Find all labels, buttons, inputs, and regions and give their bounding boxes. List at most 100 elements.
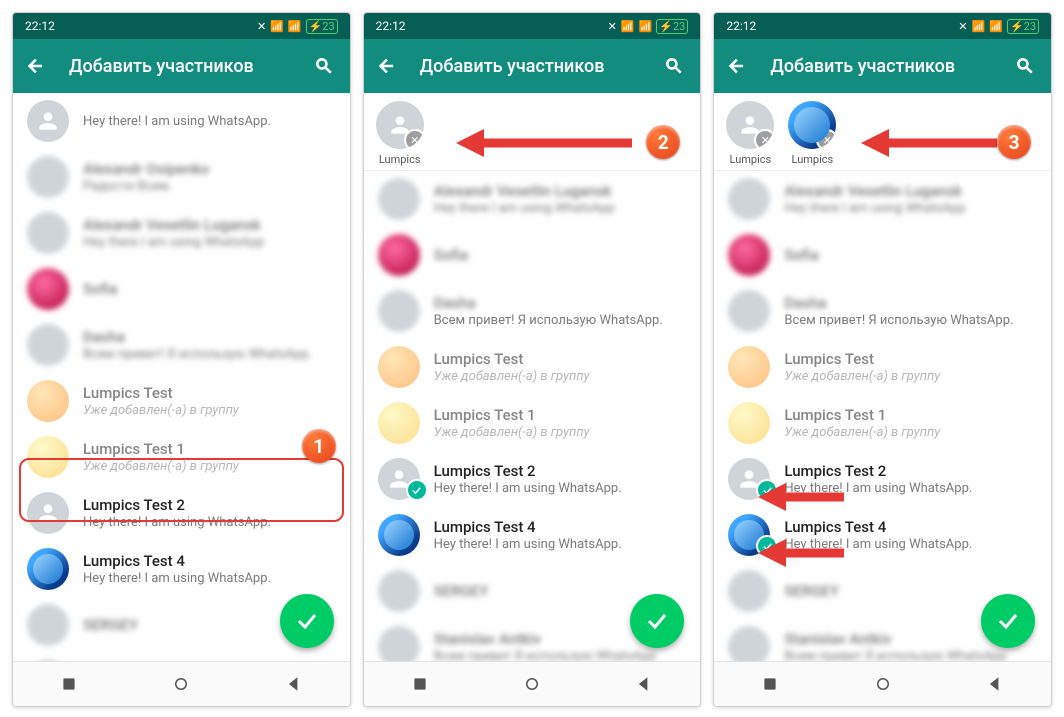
contact-avatar [27, 100, 69, 142]
contact-row[interactable]: Lumpics Test 4 Hey there! I am using Wha… [364, 507, 701, 563]
contact-row[interactable]: Lumpics Test 2 Hey there! I am using Wha… [714, 451, 1051, 507]
contact-row[interactable]: Sofia [714, 227, 1051, 283]
contact-row[interactable]: Lumpics Test 1 Уже добавлен(-а) в группу [13, 429, 350, 485]
contact-row[interactable]: Sofia [13, 261, 350, 317]
chip-lumpics2[interactable]: ✕ Lumpics [788, 101, 836, 166]
status-icons: ✕📶📶 ⚡23 [257, 19, 338, 34]
battery-icon: ⚡23 [1007, 19, 1039, 34]
contact-name: Alexandr Vesetlin Lugansk [83, 216, 336, 234]
contact-row[interactable]: Lumpics Test 2 Hey there! I am using Wha… [364, 451, 701, 507]
contact-row[interactable]: Dasha Всем привет! Я использую WhatsApp. [13, 317, 350, 373]
clock: 22:12 [376, 19, 406, 33]
nav-bar [13, 661, 350, 706]
chip-remove-icon[interactable]: ✕ [816, 129, 836, 149]
contact-avatar [378, 570, 420, 612]
nav-recent[interactable] [760, 674, 780, 694]
chip-lumpics[interactable]: ✕ Lumpics [376, 101, 424, 166]
contact-row[interactable]: Lumpics Test Уже добавлен(-а) в группу [714, 339, 1051, 395]
chip-remove-icon[interactable]: ✕ [754, 129, 774, 149]
back-button[interactable] [19, 50, 51, 82]
contact-avatar [27, 268, 69, 310]
contact-list: Hey there! I am using WhatsApp. Alexandr… [13, 93, 350, 661]
clock: 22:12 [25, 19, 55, 33]
contact-avatar [27, 380, 69, 422]
contact-row[interactable]: Stanislav Antkiv Всем привет Я использую… [13, 653, 350, 661]
contact-row[interactable]: Sofia [364, 227, 701, 283]
search-button[interactable] [658, 50, 690, 82]
app-bar: Добавить участников [364, 39, 701, 93]
contact-row[interactable]: Alexandr Vesetlin Lugansk Hey there I am… [13, 205, 350, 261]
battery-icon: ⚡23 [306, 19, 338, 34]
contact-status: Hey there I am using WhatsApp [434, 201, 687, 216]
app-bar: Добавить участников [714, 39, 1051, 93]
battery-icon: ⚡23 [656, 19, 688, 34]
contact-status: Уже добавлен(-а) в группу [434, 425, 687, 440]
contact-row[interactable]: Lumpics Test 4 Hey there! I am using Wha… [714, 507, 1051, 563]
nav-back[interactable] [284, 674, 304, 694]
chip-lumpics[interactable]: ✕ Lumpics [726, 101, 774, 166]
status-bar: 22:12 ✕📶📶 ⚡23 [714, 13, 1051, 39]
contact-name: Lumpics Test 2 [434, 462, 687, 480]
contact-status: Hey there! I am using WhatsApp. [83, 571, 336, 586]
search-button[interactable] [308, 50, 340, 82]
nav-back[interactable] [634, 674, 654, 694]
confirm-fab[interactable] [280, 594, 334, 648]
contact-row[interactable]: Lumpics Test 4 Hey there! I am using Wha… [13, 541, 350, 597]
contact-row[interactable]: Lumpics Test Уже добавлен(-а) в группу [364, 339, 701, 395]
contact-status: Всем привет Я использую WhatsApp [434, 649, 687, 661]
contact-name: Sofia [434, 246, 687, 264]
contact-avatar [27, 604, 69, 646]
chip-label: Lumpics [726, 153, 774, 166]
chip-label: Lumpics [376, 153, 424, 166]
contact-avatar [728, 626, 770, 661]
contact-list: Alexandr Vesetlin Lugansk Hey there I am… [714, 171, 1051, 661]
phone-screen-3: 22:12 ✕📶📶 ⚡23 Добавить участников ✕ Lump… [713, 12, 1052, 707]
contact-row[interactable]: Lumpics Test 1 Уже добавлен(-а) в группу [714, 395, 1051, 451]
contact-status: Всем привет Я использую WhatsApp [784, 649, 1037, 661]
search-button[interactable] [1009, 50, 1041, 82]
contact-status: Hey there I am using WhatsApp [784, 201, 1037, 216]
selected-chips: ✕ Lumpics ✕ Lumpics [714, 93, 1051, 171]
confirm-fab[interactable] [630, 594, 684, 648]
contact-row[interactable]: Lumpics Test 1 Уже добавлен(-а) в группу [364, 395, 701, 451]
contact-row[interactable]: Dasha Всем привет! Я использую WhatsApp. [364, 283, 701, 339]
back-button[interactable] [720, 50, 752, 82]
back-button[interactable] [370, 50, 402, 82]
contact-row[interactable]: Lumpics Test Уже добавлен(-а) в группу [13, 373, 350, 429]
phone-screen-2: 22:12 ✕📶📶 ⚡23 Добавить участников ✕ Lump… [363, 12, 702, 707]
contact-avatar [27, 212, 69, 254]
contact-status: Уже добавлен(-а) в группу [434, 369, 687, 384]
contact-name: Lumpics Test 2 [83, 496, 336, 514]
contact-status: Уже добавлен(-а) в группу [784, 425, 1037, 440]
confirm-fab[interactable] [981, 594, 1035, 648]
contact-name: Lumpics Test [83, 384, 336, 402]
chip-remove-icon[interactable]: ✕ [404, 129, 424, 149]
nav-back[interactable] [985, 674, 1005, 694]
contact-avatar [728, 290, 770, 332]
nav-recent[interactable] [59, 674, 79, 694]
contact-avatar [378, 290, 420, 332]
contact-avatar [378, 402, 420, 444]
contact-row[interactable]: Lumpics Test 2 Hey there! I am using Wha… [13, 485, 350, 541]
contact-status: Радости Всем. [83, 179, 336, 194]
contact-status: Hey there! I am using WhatsApp. [784, 481, 1037, 496]
nav-home[interactable] [522, 674, 542, 694]
contact-row[interactable]: Alexandr Vesetlin Lugansk Hey there I am… [714, 171, 1051, 227]
contact-name: Alexandr Vesetlin Lugansk [784, 182, 1037, 200]
nav-home[interactable] [171, 674, 191, 694]
contact-row[interactable]: Hey there! I am using WhatsApp. [13, 93, 350, 149]
chip-label: Lumpics [788, 153, 836, 166]
contact-row[interactable]: Dasha Всем привет! Я использую WhatsApp. [714, 283, 1051, 339]
nav-recent[interactable] [410, 674, 430, 694]
contact-row[interactable]: Alexandr Osipenko Радости Всем. [13, 149, 350, 205]
chip-avatar: ✕ [788, 101, 836, 149]
contact-row[interactable]: Alexandr Vesetlin Lugansk Hey there I am… [364, 171, 701, 227]
selected-check-icon [406, 479, 428, 501]
nav-home[interactable] [873, 674, 893, 694]
phone-screen-1: 22:12 ✕📶📶 ⚡23 Добавить участников Hey th… [12, 12, 351, 707]
contact-name: Lumpics Test 4 [784, 518, 1037, 536]
contact-status: Всем привет! Я использую WhatsApp. [83, 347, 336, 362]
status-bar: 22:12 ✕📶📶 ⚡23 [364, 13, 701, 39]
status-icons: ✕📶📶 ⚡23 [958, 19, 1039, 34]
contact-avatar [27, 548, 69, 590]
